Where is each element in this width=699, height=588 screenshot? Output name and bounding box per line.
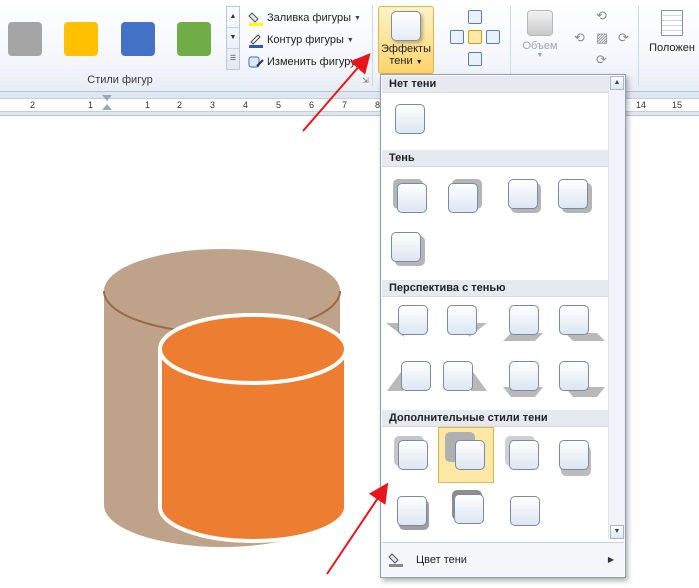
ruler-number: 1 xyxy=(88,100,94,110)
shadow-perspective-tile[interactable] xyxy=(443,361,487,395)
rotate-controls: ⟲ ⟲ ▨ ⟳ ⟳ xyxy=(570,8,634,72)
shadow-nudge-controls xyxy=(446,8,506,72)
nudge-up-icon[interactable] xyxy=(468,10,482,24)
shadow-color-label: Цвет тени xyxy=(416,553,467,566)
shadow-none-tile[interactable] xyxy=(395,104,429,138)
first-line-indent-marker[interactable] xyxy=(102,95,112,101)
chevron-down-icon: ▼ xyxy=(354,14,361,22)
paint-bucket-icon xyxy=(388,552,404,568)
chevron-down-icon: ▼ xyxy=(346,36,354,44)
shadow-outer-tile[interactable] xyxy=(393,179,431,217)
section-perspective: Перспектива с тенью xyxy=(382,280,608,297)
gallery-up-icon[interactable]: ▲ xyxy=(227,7,239,28)
ruler-number: 3 xyxy=(210,100,216,110)
shadow-outer-tile[interactable] xyxy=(391,232,425,266)
styles-gallery-scroll[interactable]: ▲ ▼ ☰ xyxy=(226,6,240,70)
ruler-number: 4 xyxy=(243,100,249,110)
toggle-3d-icon[interactable]: ▨ xyxy=(596,30,608,46)
section-no-shadow: Нет тени xyxy=(382,76,608,93)
left-indent-marker[interactable] xyxy=(102,104,112,110)
shadow-perspective-tile[interactable] xyxy=(503,305,543,341)
shadow-outer-tile[interactable] xyxy=(448,179,482,217)
shadow-perspective-tile[interactable] xyxy=(447,305,487,339)
tilt-left-icon[interactable]: ⟲ xyxy=(574,30,585,46)
scroll-down-icon[interactable]: ▼ xyxy=(610,525,624,539)
shadow-additional-tile[interactable] xyxy=(559,440,593,476)
tilt-right-icon[interactable]: ⟳ xyxy=(618,30,629,46)
group-launcher-icon[interactable]: ⇲ xyxy=(362,76,369,85)
toggle-shadow-icon[interactable] xyxy=(468,30,482,44)
style-swatch-gold[interactable] xyxy=(64,22,98,56)
shape-fill-label: Заливка фигуры xyxy=(267,12,352,24)
divider xyxy=(372,6,373,86)
nudge-down-icon[interactable] xyxy=(468,52,482,66)
chevron-down-icon: ▼ xyxy=(536,52,544,59)
change-shape-label: Изменить фигуру xyxy=(267,56,356,68)
chevron-down-icon: ▼ xyxy=(415,59,423,66)
position-button[interactable]: Положен xyxy=(644,8,699,74)
shadow-additional-tile[interactable] xyxy=(394,436,432,474)
change-shape-button[interactable]: Изменить фигуру ▼ xyxy=(248,52,366,72)
divider xyxy=(638,6,639,86)
chevron-down-icon: ▼ xyxy=(358,58,366,66)
pen-icon xyxy=(248,32,264,48)
style-swatch-blue[interactable] xyxy=(121,22,155,56)
ruler-number: 14 xyxy=(636,100,647,110)
shape-fill-button[interactable]: Заливка фигуры ▼ xyxy=(248,8,361,28)
scroll-up-icon[interactable]: ▲ xyxy=(610,76,624,90)
shape-outline-button[interactable]: Контур фигуры ▼ xyxy=(248,30,354,50)
shadow-effects-button[interactable]: Эффекты тени ▼ xyxy=(378,6,434,74)
position-label: Положен xyxy=(649,42,695,54)
shadow-outer-tile[interactable] xyxy=(508,179,542,213)
shadow-perspective-tile[interactable] xyxy=(503,361,543,397)
shadow-color-item[interactable]: Цвет тени ▶ xyxy=(382,542,624,576)
edit-shape-icon xyxy=(248,54,264,70)
shadow-perspective-tile[interactable] xyxy=(559,305,605,341)
section-shadow: Тень xyxy=(382,150,608,167)
shadow-perspective-tile[interactable] xyxy=(386,305,432,339)
chevron-right-icon: ▶ xyxy=(607,555,614,564)
nudge-left-icon[interactable] xyxy=(450,30,464,44)
shadow-additional-tile[interactable] xyxy=(452,490,488,528)
shape-outline-label: Контур фигуры xyxy=(267,34,344,46)
style-swatch-gray[interactable] xyxy=(8,22,42,56)
shadow-effects-label-1: Эффекты xyxy=(380,43,431,55)
volume-label: Объем xyxy=(522,40,558,52)
shadow-additional-tile[interactable] xyxy=(397,496,431,530)
front-cylinder[interactable] xyxy=(158,313,348,543)
shadow-perspective-tile[interactable] xyxy=(559,361,605,397)
shape-styles-group-label: Стили фигур xyxy=(87,74,153,86)
shadow-effects-label-2: тени xyxy=(389,55,413,67)
shadow-outer-tile[interactable] xyxy=(558,179,592,213)
ruler-number: 5 xyxy=(276,100,282,110)
shadow-additional-tile-selected[interactable] xyxy=(445,432,489,474)
paint-bucket-icon xyxy=(248,10,264,26)
style-swatch-green[interactable] xyxy=(177,22,211,56)
section-additional: Дополнительные стили тени xyxy=(382,410,608,427)
ruler-number: 2 xyxy=(177,100,183,110)
shadow-additional-tile[interactable] xyxy=(510,496,544,530)
ruler-number: 6 xyxy=(309,100,315,110)
volume-button[interactable]: Объем ▼ xyxy=(514,10,566,72)
gallery-down-icon[interactable]: ▼ xyxy=(227,28,239,49)
gallery-more-icon[interactable]: ☰ xyxy=(227,49,239,70)
shadow-square-icon xyxy=(391,11,421,41)
cube-icon xyxy=(527,10,553,36)
shadow-additional-tile[interactable] xyxy=(505,436,543,474)
dropdown-scrollbar[interactable]: ▲ ▼ xyxy=(608,76,625,539)
tilt-down-icon[interactable]: ⟳ xyxy=(596,52,607,68)
tilt-up-icon[interactable]: ⟲ xyxy=(596,8,607,24)
ruler-number: 1 xyxy=(145,100,151,110)
position-icon xyxy=(661,10,683,36)
ruler-number: 7 xyxy=(342,100,348,110)
shadow-perspective-tile[interactable] xyxy=(387,361,435,395)
ruler-number: 2 xyxy=(30,100,36,110)
nudge-right-icon[interactable] xyxy=(486,30,500,44)
ruler-number: 15 xyxy=(672,100,683,110)
